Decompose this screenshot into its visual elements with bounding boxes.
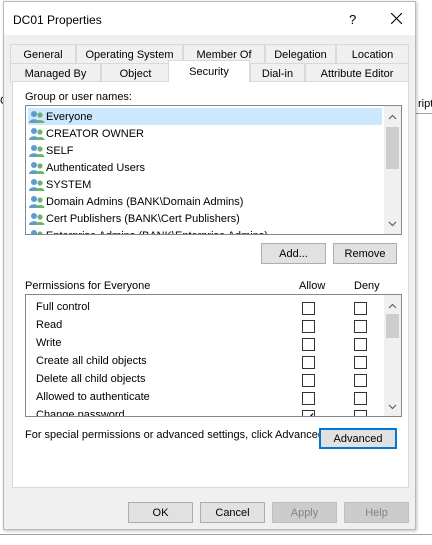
permission-name: Create all child objects — [36, 355, 147, 367]
user-group-icon — [31, 229, 43, 234]
permission-name: Allowed to authenticate — [36, 391, 150, 403]
dialog-title: DC01 Properties — [13, 13, 102, 27]
principals-scrollbar[interactable] — [384, 106, 401, 234]
deny-checkbox[interactable] — [354, 392, 367, 405]
deny-checkbox[interactable] — [354, 338, 367, 351]
scroll-down-arrow[interactable] — [384, 215, 401, 232]
deny-checkbox[interactable] — [354, 302, 367, 315]
background-right-fragment: ripti — [418, 98, 432, 110]
user-group-icon — [29, 144, 45, 157]
group-or-user-names-label: Group or user names: — [25, 91, 132, 103]
remove-button[interactable]: Remove — [333, 243, 397, 264]
principal-name: SELF — [46, 144, 74, 157]
tab-operating-system[interactable]: Operating System — [76, 44, 183, 64]
chevron-down-icon — [388, 404, 397, 409]
allow-checkbox[interactable] — [302, 302, 315, 315]
principal-name: Authenticated Users — [46, 161, 146, 174]
permission-name: Read — [36, 319, 63, 331]
help-title-button[interactable]: ? — [349, 12, 356, 27]
tab-security[interactable]: Security — [168, 60, 250, 82]
deny-checkbox[interactable] — [354, 320, 367, 333]
tab-delegation[interactable]: Delegation — [265, 44, 336, 64]
advanced-help-text: For special permissions or advanced sett… — [25, 429, 328, 441]
allow-checkbox[interactable] — [302, 320, 315, 333]
permission-name: Full control — [36, 301, 90, 313]
user-group-icon — [29, 195, 45, 208]
principal-name: Cert Publishers (BANK\Cert Publishers) — [46, 212, 240, 225]
background-bottom-edge — [0, 534, 432, 535]
principal-list-item[interactable]: CREATOR OWNER — [28, 125, 382, 142]
principal-name: SYSTEM — [46, 178, 92, 191]
perm-scroll-down-arrow[interactable] — [384, 398, 401, 415]
tab-object[interactable]: Object — [101, 63, 170, 83]
allow-checkbox[interactable] — [302, 392, 315, 405]
principal-list-item[interactable]: Everyone — [28, 108, 382, 125]
help-button[interactable]: Help — [344, 502, 409, 523]
tab-location[interactable]: Location — [336, 44, 409, 64]
user-group-icon — [29, 110, 45, 123]
perm-scroll-up-arrow[interactable] — [384, 297, 401, 314]
checkmark-icon — [309, 413, 314, 416]
deny-checkbox[interactable] — [354, 410, 367, 416]
allow-checkbox[interactable] — [302, 374, 315, 387]
principal-name: Enterprise Admins (BANK\Enterprise Admin… — [46, 230, 268, 235]
user-group-icon — [29, 161, 45, 174]
deny-checkbox[interactable] — [354, 356, 367, 369]
user-group-icon — [29, 212, 45, 225]
principal-list-item[interactable]: Domain Admins (BANK\Domain Admins) — [28, 193, 382, 210]
apply-button[interactable]: Apply — [272, 502, 337, 523]
allow-checkbox[interactable] — [302, 338, 315, 351]
title-bar: DC01 Properties ? — [4, 2, 415, 35]
principal-list-item[interactable]: Cert Publishers (BANK\Cert Publishers) — [28, 210, 382, 227]
permissions-label: Permissions for Everyone — [25, 280, 151, 292]
user-group-icon — [29, 127, 45, 140]
principals-listbox[interactable]: Everyone CREATOR OWNER SELF Authenticated U… — [25, 105, 402, 235]
properties-dialog: DC01 Properties ? General Operating Syst… — [3, 1, 416, 530]
chevron-up-icon — [388, 114, 397, 119]
deny-column-header: Deny — [354, 280, 380, 292]
chevron-down-icon — [388, 221, 397, 226]
principal-name: CREATOR OWNER — [46, 127, 144, 140]
advanced-button[interactable]: Advanced — [319, 428, 397, 449]
scroll-thumb[interactable] — [386, 127, 399, 169]
permissions-scrollbar[interactable] — [384, 295, 401, 416]
ok-button[interactable]: OK — [128, 502, 193, 523]
tab-attribute-editor[interactable]: Attribute Editor — [305, 63, 409, 83]
tab-dial-in[interactable]: Dial-in — [250, 63, 305, 83]
principal-list-item[interactable]: SYSTEM — [28, 176, 382, 193]
allow-checkbox[interactable] — [302, 356, 315, 369]
scroll-up-arrow[interactable] — [384, 108, 401, 125]
principal-list-item[interactable]: SELF — [28, 142, 382, 159]
principal-name: Domain Admins (BANK\Domain Admins) — [46, 195, 244, 208]
permission-name: Delete all child objects — [36, 373, 146, 385]
permission-name: Change password — [36, 409, 125, 417]
permission-name: Write — [36, 337, 62, 349]
user-group-icon — [29, 178, 45, 191]
allow-column-header: Allow — [299, 280, 326, 292]
deny-checkbox[interactable] — [354, 374, 367, 387]
security-tab-panel: Group or user names: Everyone CREATOR OWN… — [12, 81, 409, 488]
add-button[interactable]: Add... — [261, 243, 326, 264]
permissions-listbox[interactable]: Full control Read Write Create all child ob… — [25, 294, 402, 417]
allow-checkbox[interactable] — [302, 410, 315, 416]
close-button[interactable] — [384, 6, 410, 30]
principal-list-item[interactable]: Enterprise Admins (BANK\Enterprise Admin… — [28, 227, 382, 235]
cancel-button[interactable]: Cancel — [200, 502, 265, 523]
principal-name: Everyone — [46, 110, 93, 123]
close-icon — [391, 13, 402, 24]
tab-managed-by[interactable]: Managed By — [10, 63, 101, 83]
perm-scroll-thumb[interactable] — [386, 314, 399, 338]
chevron-up-icon — [388, 303, 397, 308]
principal-list-item[interactable]: Authenticated Users — [28, 159, 382, 176]
background-divider — [416, 113, 432, 114]
tab-general[interactable]: General — [10, 44, 76, 64]
